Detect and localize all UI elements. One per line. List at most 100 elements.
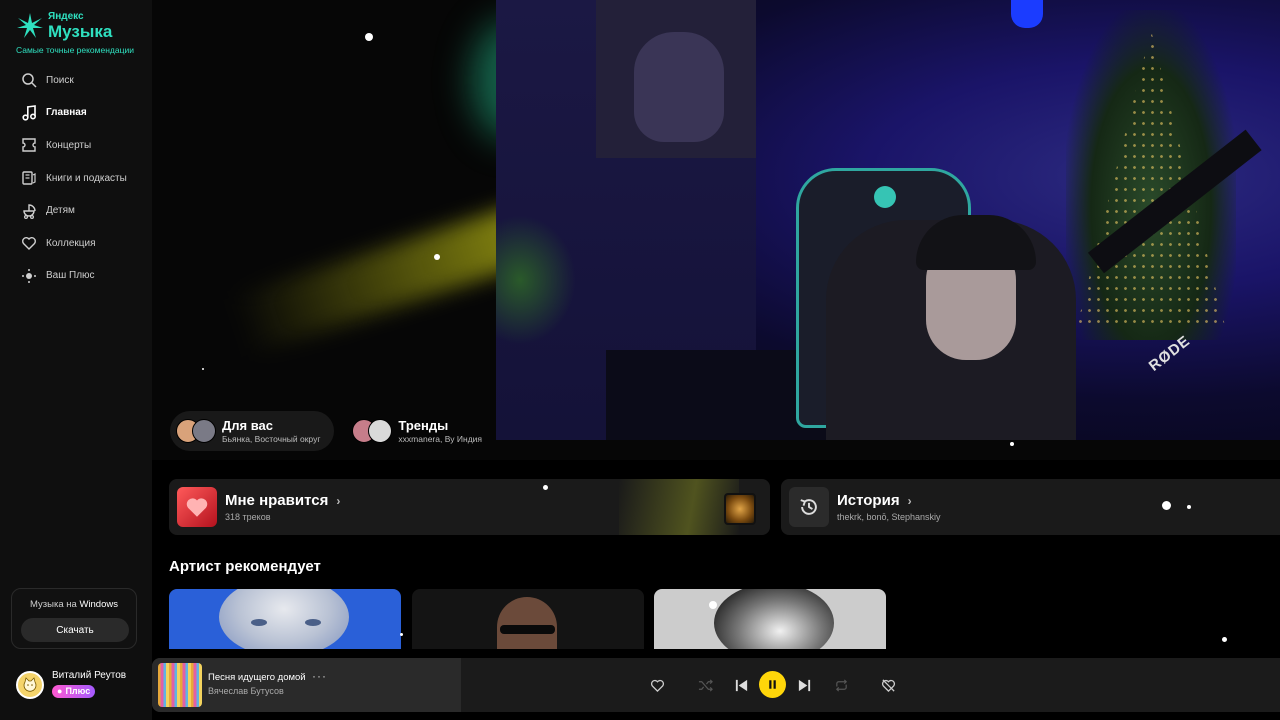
broken-heart-icon [881,678,895,692]
track-cover[interactable] [158,663,202,707]
sidebar-item-kids[interactable]: Детям [0,194,152,227]
liked-tracks-count: 318 треков [225,512,271,522]
chip-title: Для вас [222,418,273,433]
music-note-icon [20,104,38,122]
history-artists: thekrk, bonō, Stephanskiy [837,512,941,522]
promo-text-prefix: Музыка на [30,599,77,610]
search-icon [20,71,38,89]
sidebar-item-collection[interactable]: Коллекция [0,227,152,260]
stream-lamp [1011,0,1043,28]
sidebar-item-concerts[interactable]: Концерты [0,129,152,162]
card-light-beam [619,479,739,535]
download-button[interactable]: Скачать [21,618,129,642]
history-title-text: История [837,492,900,509]
stroller-icon [20,202,38,220]
plus-dots-icon [20,267,38,285]
history-clock-icon [789,487,829,527]
skip-back-icon [735,679,747,691]
snow-particle [1222,637,1227,642]
chip-for-you[interactable]: Для вас Бьянка, Восточный округ [170,411,335,451]
sidebar-item-books-podcasts[interactable]: Книги и подкасты [0,162,152,195]
artist-photo-eyes [251,619,321,627]
liked-tracks-title: Мне нравится › [225,492,340,509]
windows-app-promo: Музыка на Windows Скачать [11,588,137,649]
logo-tagline: Самые точные рекомендации [16,45,134,55]
logo-music-text: Музыка [48,22,113,41]
artist-recommend-card[interactable] [412,589,644,649]
snow-particle [434,254,440,260]
dislike-button[interactable] [876,673,900,697]
snow-particle [365,33,373,41]
heart-icon [20,234,38,252]
history-title: История › [837,492,941,509]
avatar[interactable] [16,670,44,699]
promo-text: Музыка на Windows [12,599,136,610]
previous-track-button[interactable] [729,673,753,697]
user-profile[interactable]: Виталий Реутов ● Плюс [16,670,126,699]
stream-webcam-overlay: RØDE [496,0,1280,440]
chip-artist-avatar [368,419,393,443]
plus-badge-label: Плюс [65,686,91,696]
more-options-icon[interactable]: ··· [312,669,327,683]
artist-photo [497,597,557,649]
repeat-button[interactable] [829,673,853,697]
artist-photo [714,589,834,649]
repeat-icon [835,678,847,692]
sidebar-item-label: Ваш Плюс [46,270,95,282]
heart-outline-icon [650,679,664,692]
sidebar-item-label: Коллекция [46,237,96,249]
track-title[interactable]: Песня идущего домой [208,672,306,683]
sidebar: Яндекс Музыка Самые точные рекомендации … [0,0,152,720]
player-bar: Песня идущего домой Вячеслав Бутусов ··· [152,658,1280,712]
chip-subtitle: xxxmanera, Ву Индия [398,434,483,444]
chip-artist-avatar [192,419,216,443]
cat-face-icon [23,676,37,692]
stream-plant [496,215,576,345]
snow-particle [709,601,717,609]
sidebar-item-home[interactable]: Главная [0,97,152,130]
plus-badge[interactable]: ● Плюс [52,684,96,698]
sidebar-item-label: Концерты [46,139,92,151]
like-button[interactable] [645,673,669,697]
logo-yandex-text: Яндекс [48,11,84,22]
logo[interactable]: Яндекс Музыка [16,12,112,40]
now-playing: Песня идущего домой Вячеслав Бутусов ··· [152,658,461,712]
book-icon [20,169,38,187]
stream-chair-logo [874,186,896,208]
yandex-music-star-icon [17,13,43,38]
chip-avatars [352,419,393,443]
chevron-right-icon: › [336,493,341,508]
wave-chips: Для вас Бьянка, Восточный округ Тренды x… [170,411,508,451]
artist-recommends-title: Артист рекомендует [169,558,321,575]
snow-particle [1162,501,1171,510]
sidebar-item-label: Детям [46,205,75,217]
sidebar-item-label: Поиск [46,74,74,86]
next-track-button[interactable] [792,673,816,697]
promo-text-platform: Windows [79,599,118,610]
pause-icon [769,680,776,689]
snow-particle [202,368,204,370]
sidebar-item-search[interactable]: Поиск [0,64,152,97]
snow-particle [1187,505,1191,509]
sidebar-item-label: Книги и подкасты [46,172,127,184]
chip-subtitle: Бьянка, Восточный округ [222,434,321,444]
shuffle-button[interactable] [693,673,717,697]
hero-light-beam [230,205,534,355]
liked-tracks-card[interactable]: Мне нравится › 318 треков [169,479,770,535]
snow-particle [543,485,548,490]
chip-trends[interactable]: Тренды xxxmanera, Ву Индия [346,411,496,451]
pause-button[interactable] [759,671,786,698]
artist-recommend-card[interactable] [654,589,886,649]
chip-avatars [176,419,216,443]
history-card[interactable]: История › thekrk, bonō, Stephanskiy [781,479,1280,535]
sidebar-item-your-plus[interactable]: Ваш Плюс [0,260,152,293]
snow-particle [1010,442,1014,446]
user-name: Виталий Реутов [52,670,127,681]
ticket-icon [20,136,38,154]
shuffle-icon [698,678,713,692]
chip-title: Тренды [398,418,449,433]
artist-recommend-card[interactable] [169,589,401,649]
sidebar-item-label: Главная [46,107,87,119]
main-nav: Поиск Главная Концерты Книги и подкасты … [0,64,152,292]
track-artist[interactable]: Вячеслав Бутусов [208,686,284,696]
